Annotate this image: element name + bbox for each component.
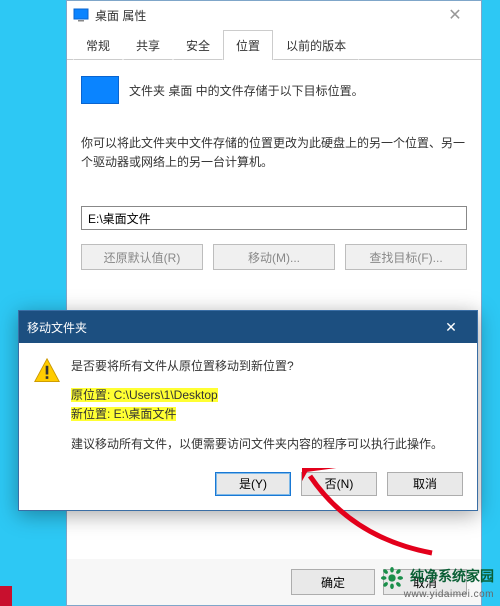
- dialog-content: 是否要将所有文件从原位置移动到新位置? 原位置: C:\Users\1\Desk…: [71, 357, 443, 454]
- tab-general[interactable]: 常规: [73, 30, 123, 60]
- window-footer: 确定 取消: [67, 559, 481, 605]
- tab-bar: 常规 共享 安全 位置 以前的版本: [67, 29, 481, 60]
- window-title: 桌面 属性: [95, 7, 146, 24]
- dialog-footer: 是(Y) 否(N) 取消: [19, 464, 477, 510]
- folder-preview-icon: [81, 76, 119, 104]
- dialog-question: 是否要将所有文件从原位置移动到新位置?: [71, 357, 443, 376]
- tab-previous-versions[interactable]: 以前的版本: [273, 30, 359, 60]
- dialog-title: 移动文件夹: [27, 319, 87, 336]
- desktop-icon: [73, 7, 89, 23]
- ok-button[interactable]: 确定: [291, 569, 375, 595]
- dialog-no-button[interactable]: 否(N): [301, 472, 377, 496]
- restore-default-button[interactable]: 还原默认值(R): [81, 244, 203, 270]
- properties-window: 桌面 属性 ✕ 常规 共享 安全 位置 以前的版本 文件夹 桌面 中的文件存储于…: [66, 0, 482, 606]
- new-location-label: 新位置:: [71, 407, 114, 421]
- titlebar: 桌面 属性 ✕: [67, 1, 481, 29]
- move-folder-dialog: 移动文件夹 ✕ 是否要将所有文件从原位置移动到新位置? 原位置: C:\User…: [18, 310, 478, 511]
- warning-icon: [33, 357, 61, 454]
- cancel-button[interactable]: 取消: [383, 569, 467, 595]
- dialog-yes-button[interactable]: 是(Y): [215, 472, 291, 496]
- dialog-cancel-button[interactable]: 取消: [387, 472, 463, 496]
- dialog-titlebar: 移动文件夹 ✕: [19, 311, 477, 343]
- dialog-close-button[interactable]: ✕: [433, 317, 469, 337]
- tab-sharing[interactable]: 共享: [123, 30, 173, 60]
- old-location-label: 原位置:: [71, 388, 114, 402]
- left-edge-marker: [0, 586, 12, 606]
- path-input[interactable]: [81, 206, 467, 230]
- dialog-advice: 建议移动所有文件，以便需要访问文件夹内容的程序可以执行此操作。: [71, 435, 443, 454]
- old-location-path: C:\Users\1\Desktop: [114, 388, 218, 402]
- find-target-button[interactable]: 查找目标(F)...: [345, 244, 467, 270]
- location-description: 你可以将此文件夹中文件存储的位置更改为此硬盘上的另一个位置、另一个驱动器或网络上…: [81, 134, 467, 172]
- location-heading: 文件夹 桌面 中的文件存储于以下目标位置。: [129, 82, 364, 99]
- move-button[interactable]: 移动(M)...: [213, 244, 335, 270]
- window-close-button[interactable]: ✕: [435, 5, 475, 25]
- new-location-path: E:\桌面文件: [114, 407, 177, 421]
- tab-security[interactable]: 安全: [173, 30, 223, 60]
- tab-location[interactable]: 位置: [223, 30, 273, 60]
